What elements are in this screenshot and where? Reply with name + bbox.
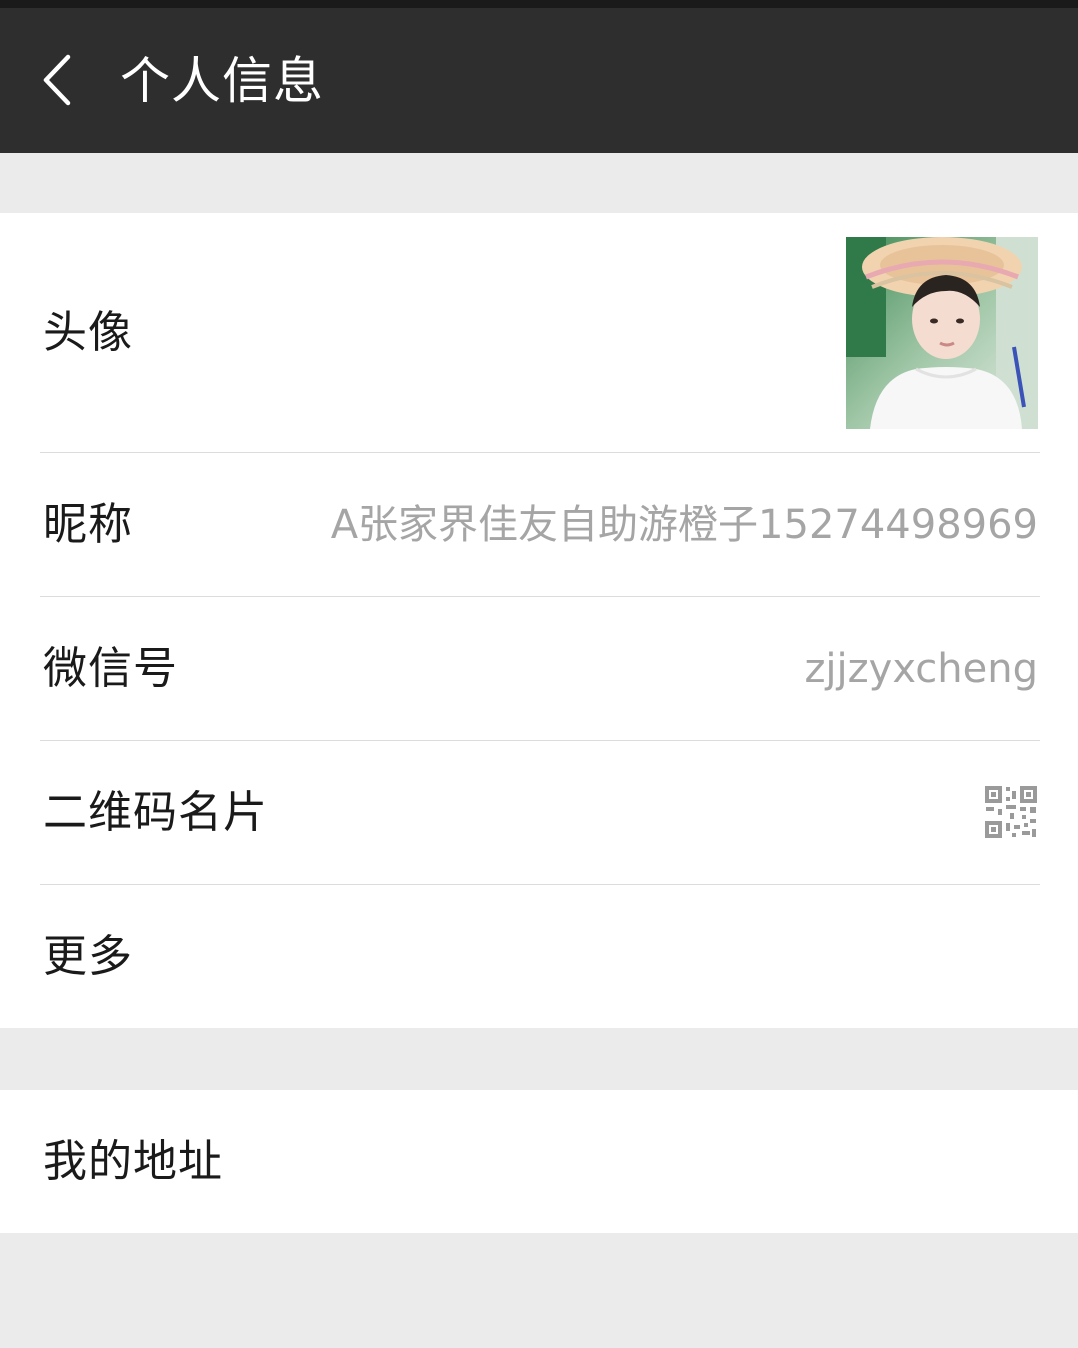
nickname-row[interactable]: 昵称 A张家界佳友自助游橙子15274498969 xyxy=(0,453,1078,597)
personal-info-screen: 个人信息 头像 昵称 A张家界佳友自助游橙子15274498969 微信号 zj… xyxy=(0,0,1078,1348)
avatar-label: 头像 xyxy=(43,307,133,358)
more-row[interactable]: 更多 xyxy=(0,885,1078,1028)
wechat-id-row[interactable]: 微信号 zjjzyxcheng xyxy=(0,597,1078,741)
status-bar-strip xyxy=(0,0,1078,8)
qr-code-row[interactable]: 二维码名片 xyxy=(0,741,1078,885)
page-title: 个人信息 xyxy=(120,52,324,110)
avatar[interactable] xyxy=(846,237,1038,429)
wechat-id-value: zjjzyxcheng xyxy=(804,646,1038,692)
qr-code-label: 二维码名片 xyxy=(43,787,268,838)
profile-group: 头像 昵称 A张家界佳友自助游橙子15274498969 微信号 zjjzyxc… xyxy=(0,213,1078,1028)
nickname-label: 昵称 xyxy=(43,499,133,550)
wechat-id-label: 微信号 xyxy=(43,643,178,694)
my-address-label: 我的地址 xyxy=(43,1136,223,1187)
nickname-value: A张家界佳友自助游橙子15274498969 xyxy=(330,502,1038,548)
avatar-row[interactable]: 头像 xyxy=(0,213,1078,453)
back-button[interactable] xyxy=(30,45,90,115)
chevron-left-icon xyxy=(43,54,71,106)
avatar-image xyxy=(846,237,1038,429)
more-label: 更多 xyxy=(43,931,133,982)
my-address-row[interactable]: 我的地址 xyxy=(0,1090,1078,1233)
address-group: 我的地址 xyxy=(0,1090,1078,1233)
qr-code-icon xyxy=(984,785,1038,839)
navigation-bar: 个人信息 xyxy=(0,0,1078,153)
